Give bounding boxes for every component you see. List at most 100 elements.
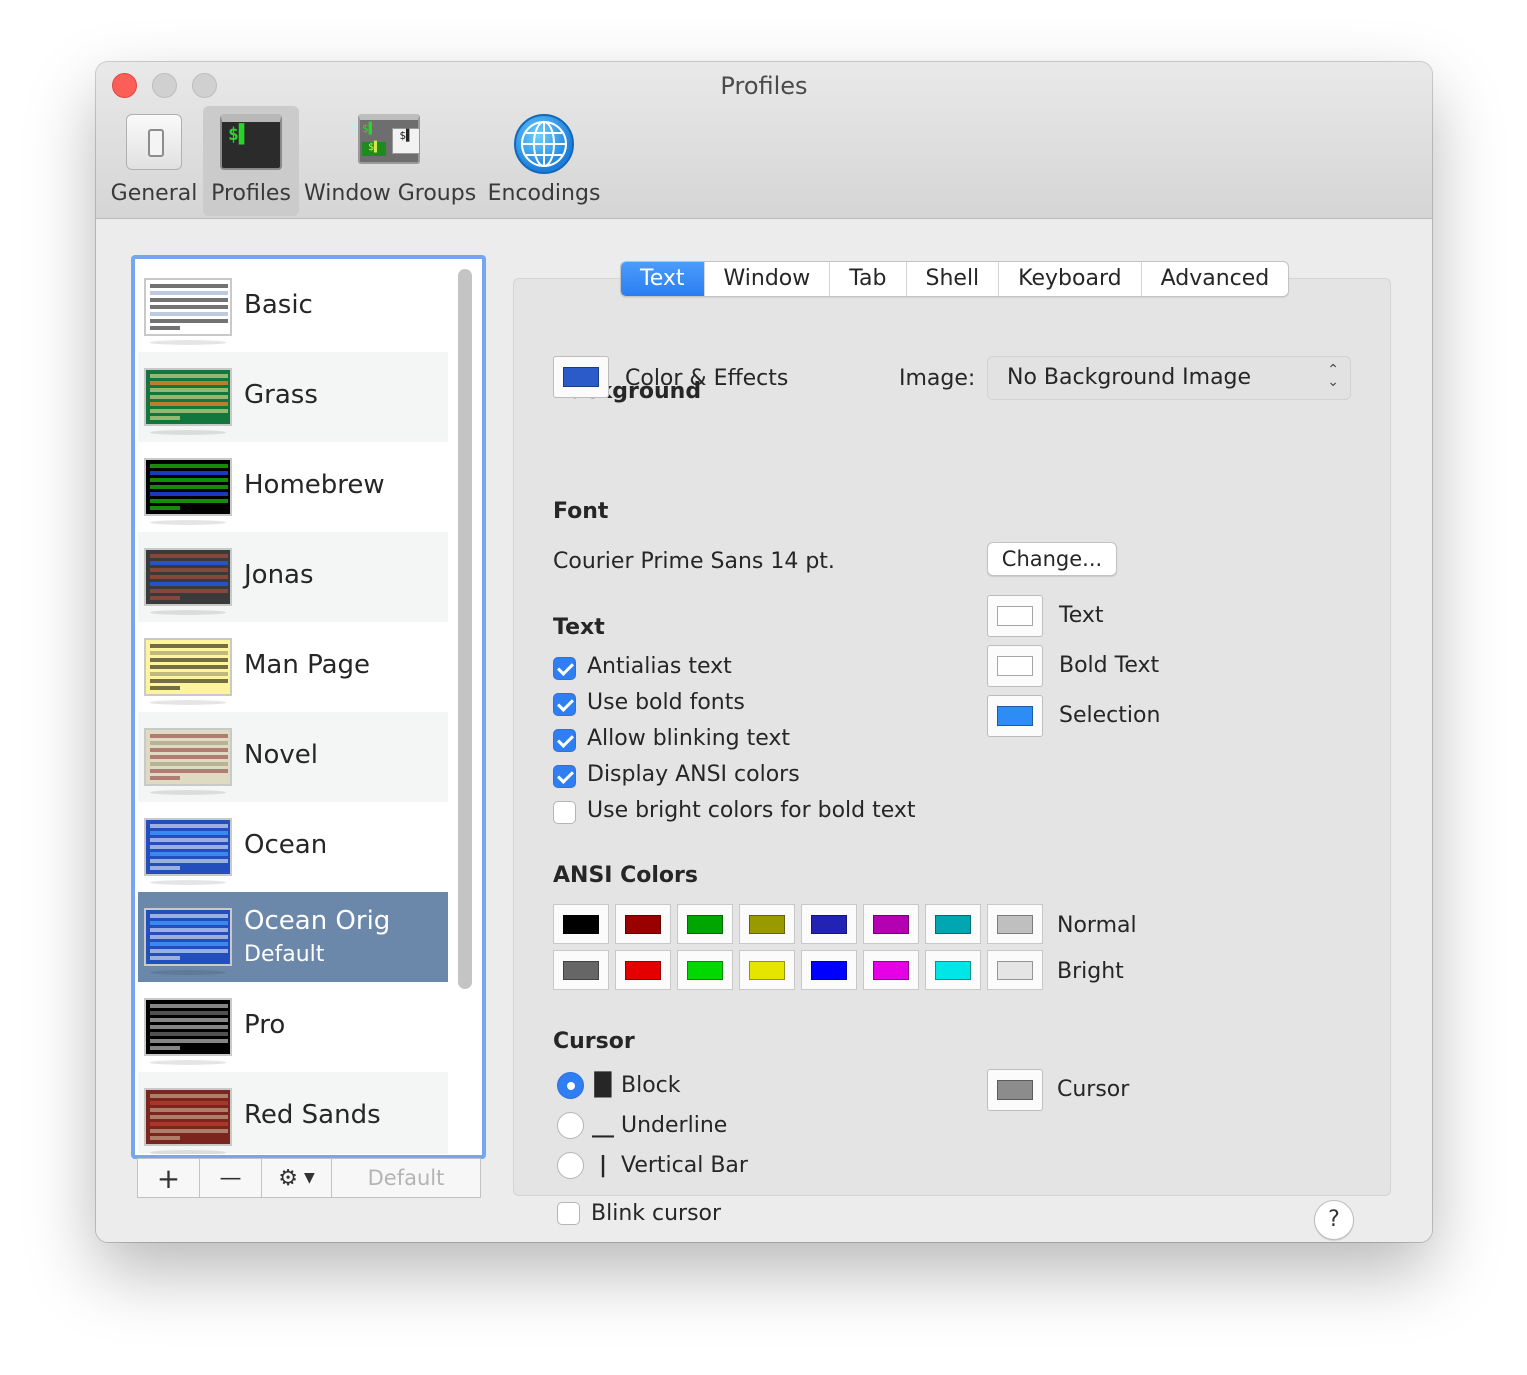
profile-thumbnail [144, 998, 232, 1056]
cursor-style-radio[interactable] [557, 1152, 584, 1179]
profile-list[interactable]: Basic Grass Homebrew Jonas Man Page Novel Ocea… [131, 255, 486, 1159]
toolbar-window-groups[interactable]: $▌ $▌ $▌ Window Groups [304, 106, 476, 216]
profile-row[interactable]: Red Sands [138, 1072, 448, 1154]
image-label: Image: [899, 366, 976, 391]
cursor-glyph-icon: █ [594, 1073, 612, 1098]
ansi-heading: ANSI Colors [553, 863, 698, 888]
profile-row[interactable]: Grass [138, 352, 448, 442]
blink-cursor-checkbox[interactable] [557, 1202, 580, 1225]
profile-actions-button[interactable]: ⚙ ▼ [262, 1159, 332, 1197]
text-color-well[interactable] [987, 695, 1043, 737]
tab-text[interactable]: Text [621, 262, 705, 296]
background-color-well[interactable] [553, 356, 609, 398]
profile-name: Grass [244, 380, 318, 410]
profile-row[interactable]: Jonas [138, 532, 448, 622]
ansi-bright-color-well[interactable] [801, 950, 857, 990]
profile-thumbnail [144, 278, 232, 336]
ansi-normal-color-well[interactable] [925, 904, 981, 944]
tab-window[interactable]: Window [705, 262, 831, 296]
text-option-checkbox[interactable] [553, 657, 576, 680]
cursor-glyph-icon: __ [592, 1113, 614, 1138]
profile-row[interactable]: Ocean [138, 802, 448, 892]
settings-tabs: Text Window Tab Shell Keyboard Advanced [620, 261, 1290, 297]
change-font-button[interactable]: Change... [987, 542, 1117, 576]
list-scrollbar[interactable] [458, 269, 472, 989]
profile-name: Man Page [244, 650, 371, 680]
updown-arrows-icon: ⌃ ⌄ [1327, 362, 1339, 390]
text-option-label: Antialias text [587, 654, 732, 679]
ansi-bright-color-well[interactable] [615, 950, 671, 990]
text-option-checkbox[interactable] [553, 765, 576, 788]
ansi-normal-color-well[interactable] [863, 904, 919, 944]
titlebar: Profiles General $▌ Profiles $▌ $▌ $▌ Wind… [96, 62, 1432, 219]
background-image-popup[interactable]: No Background Image ⌃ ⌄ [987, 356, 1351, 400]
profile-name: Novel [244, 740, 318, 770]
profile-name: Red Sands [244, 1100, 381, 1130]
profile-row[interactable]: Homebrew [138, 442, 448, 532]
ansi-normal-color-well[interactable] [739, 904, 795, 944]
cursor-glyph-icon: | [598, 1153, 608, 1178]
chevron-down-icon: ▼ [303, 1170, 315, 1186]
text-color-well[interactable] [987, 645, 1043, 687]
gear-icon: ⚙ [278, 1165, 298, 1191]
ansi-bright-label: Bright [1057, 959, 1124, 984]
tab-tab[interactable]: Tab [830, 262, 907, 296]
profile-list-toolbar: + — ⚙ ▼ Default [137, 1158, 481, 1198]
preferences-window: Profiles General $▌ Profiles $▌ $▌ $▌ Wind… [96, 62, 1432, 1242]
background-color-swatch [563, 367, 599, 387]
profile-name: Ocean Orig [244, 906, 391, 936]
cursor-color-well[interactable] [987, 1069, 1043, 1111]
text-option-label: Display ANSI colors [587, 762, 800, 787]
help-button[interactable]: ? [1314, 1200, 1354, 1240]
profile-row[interactable]: Man Page [138, 622, 448, 712]
text-option-checkbox[interactable] [553, 729, 576, 752]
tab-shell[interactable]: Shell [907, 262, 1000, 296]
default-button[interactable]: Default [332, 1159, 480, 1197]
ansi-bright-color-well[interactable] [739, 950, 795, 990]
text-heading: Text [553, 615, 605, 640]
profile-row[interactable]: Basic [138, 262, 448, 352]
ansi-bright-color-well[interactable] [677, 950, 733, 990]
font-heading: Font [553, 499, 609, 524]
ansi-normal-color-well[interactable] [987, 904, 1043, 944]
profile-name: Jonas [244, 560, 314, 590]
blink-cursor-label: Blink cursor [591, 1201, 722, 1226]
profile-thumbnail [144, 908, 232, 966]
toolbar-general[interactable]: General [110, 106, 198, 216]
content-area: Basic Grass Homebrew Jonas Man Page Novel Ocea… [96, 220, 1432, 1242]
ansi-bright-color-well[interactable] [987, 950, 1043, 990]
profile-row[interactable]: Pro [138, 982, 448, 1072]
cursor-style-label: Block [621, 1073, 681, 1098]
toolbar-encodings[interactable]: Encodings [486, 106, 602, 216]
cursor-style-label: Vertical Bar [621, 1153, 748, 1178]
text-option-label: Use bright colors for bold text [587, 798, 916, 823]
ansi-normal-color-well[interactable] [553, 904, 609, 944]
ansi-bright-color-well[interactable] [553, 950, 609, 990]
text-option-checkbox[interactable] [553, 801, 576, 824]
ansi-normal-color-well[interactable] [677, 904, 733, 944]
remove-profile-button[interactable]: — [200, 1159, 262, 1197]
tab-keyboard[interactable]: Keyboard [999, 262, 1142, 296]
profile-default-label: Default [244, 942, 325, 967]
window-groups-icon: $▌ $▌ $▌ [358, 114, 422, 170]
window-title: Profiles [720, 72, 808, 100]
add-profile-button[interactable]: + [138, 1159, 200, 1197]
cursor-style-radio[interactable] [557, 1072, 584, 1099]
ansi-bright-color-well[interactable] [863, 950, 919, 990]
profile-thumbnail [144, 1088, 232, 1146]
profile-thumbnail [144, 368, 232, 426]
tab-advanced[interactable]: Advanced [1142, 262, 1289, 296]
ansi-bright-color-well[interactable] [925, 950, 981, 990]
profile-name: Homebrew [244, 470, 385, 500]
text-option-checkbox[interactable] [553, 693, 576, 716]
profile-row[interactable]: Novel [138, 712, 448, 802]
font-value: Courier Prime Sans 14 pt. [553, 549, 835, 574]
toolbar-profiles[interactable]: $▌ Profiles [203, 106, 299, 216]
ansi-normal-color-well[interactable] [801, 904, 857, 944]
cursor-style-radio[interactable] [557, 1112, 584, 1139]
cursor-color-swatch [997, 1080, 1033, 1100]
text-color-well[interactable] [987, 595, 1043, 637]
ansi-normal-color-well[interactable] [615, 904, 671, 944]
profile-row[interactable]: Ocean Orig Default [138, 892, 448, 982]
profile-thumbnail [144, 638, 232, 696]
